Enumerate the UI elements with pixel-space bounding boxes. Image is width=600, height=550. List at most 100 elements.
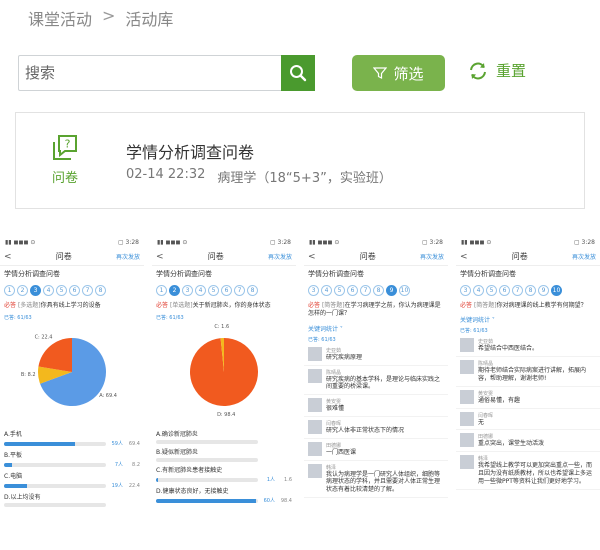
question-stepper: 12345678 (0, 282, 144, 299)
option-item: A.手机 59人 69.4 (0, 426, 144, 447)
phone-header-title: 问卷 (207, 252, 224, 261)
reset-button[interactable]: 重置 (468, 60, 526, 81)
question-step[interactable]: 4 (43, 285, 54, 296)
question-step[interactable]: 1 (156, 285, 167, 296)
comment-text: 我认为病理学是一门研究人体组织，细胞等病理状态的学科，并且需要对人体正常生理状态… (326, 470, 441, 494)
question-step[interactable]: 4 (195, 285, 206, 296)
breadcrumb-parent[interactable]: 课堂活动 (28, 6, 92, 30)
comment-item: 黄安雯 通俗易懂，有趣 (456, 387, 600, 409)
question-step[interactable]: 8 (525, 285, 536, 296)
option-label: B.疑似新冠肺炎 (156, 449, 199, 457)
comment-item: 田德娜 重点突出，课堂生动活泼 (456, 430, 600, 453)
phone-screenshot-2: ▮▮ ◼◼◼ ⊙ ▢ 3:28 < 问卷 再次发放 学情分析调查问卷 123456… (152, 238, 296, 550)
option-item: D.以上均没有 (0, 489, 144, 508)
question-step[interactable]: 9 (538, 285, 549, 296)
comment-text: 一门西医课 (326, 448, 357, 456)
option-count: 60人 (263, 498, 275, 505)
question-step[interactable]: 2 (17, 285, 28, 296)
option-bar-row: 1人 1.6 (156, 476, 292, 483)
question-step[interactable]: 5 (208, 285, 219, 296)
question-step[interactable]: 3 (30, 285, 41, 296)
option-bar (4, 441, 106, 446)
question-text: 必答 [多选题]你具有线上学习的设备 (4, 302, 101, 309)
option-bar-fill (4, 483, 27, 488)
back-icon[interactable]: < (460, 252, 468, 262)
status-bar: ▮▮ ◼◼◼ ⊙ ▢ 3:28 (461, 239, 595, 246)
option-percent: 22.4 (128, 482, 140, 489)
question-step[interactable]: 3 (308, 285, 319, 296)
avatar (308, 463, 322, 478)
pie-slice-label: D: 98.4 (217, 412, 235, 418)
commenter-name: 闫春晖 (326, 420, 342, 427)
question-step[interactable]: 10 (551, 285, 562, 296)
phone-screenshot-4: ▮▮ ◼◼◼ ⊙ ▢ 3:28 < 问卷 再次发放 学情分析调查问卷 345678… (456, 238, 600, 550)
resend-button[interactable]: 再次发放 (268, 252, 292, 261)
search-input[interactable] (19, 56, 279, 90)
activity-card[interactable]: ? 问卷 学情分析调查问卷 02-14 22:32 病理学（18“5+3”，实验… (15, 112, 585, 209)
question-step[interactable]: 6 (347, 285, 358, 296)
question-step[interactable]: 8 (247, 285, 258, 296)
question-step[interactable]: 4 (473, 285, 484, 296)
option-percent: 1.6 (284, 476, 292, 483)
question-step[interactable]: 7 (234, 285, 245, 296)
question-step[interactable]: 8 (95, 285, 106, 296)
keyword-stats-toggle[interactable]: 关键词统计 ˅ (304, 322, 448, 335)
question-step[interactable]: 7 (82, 285, 93, 296)
breadcrumb: 课堂活动 > 活动库 (28, 6, 173, 30)
question-step[interactable]: 10 (399, 285, 410, 296)
phone-header-title: 问卷 (55, 252, 72, 261)
status-bar: ▮▮ ◼◼◼ ⊙ ▢ 3:28 (5, 239, 139, 246)
commenter-name: 陈晴晶 (326, 369, 342, 376)
question-step[interactable]: 8 (373, 285, 384, 296)
comment-item: 史亚茹 研究疾病原理 (304, 344, 448, 366)
question-step[interactable]: 7 (360, 285, 371, 296)
option-bar (156, 498, 258, 503)
question-step[interactable]: 3 (182, 285, 193, 296)
pie-slice-label: A: 69.4 (99, 394, 117, 400)
comment-item: 闫春晖无 (456, 409, 600, 431)
avatar (308, 398, 322, 413)
search-icon (290, 65, 307, 82)
back-icon[interactable]: < (4, 252, 12, 262)
resend-button[interactable]: 再次发放 (420, 252, 444, 261)
avatar (308, 419, 322, 434)
comment-item: 韩泽 我认为病理学是一门研究人体组织，细胞等病理状态的学科，并且需要对人体正常生理… (304, 461, 448, 498)
resend-button[interactable]: 再次发放 (572, 252, 596, 261)
phone-header: < 问卷 再次发放 (152, 248, 296, 266)
question-step[interactable]: 1 (4, 285, 15, 296)
back-icon[interactable]: < (308, 252, 316, 262)
resend-button[interactable]: 再次发放 (116, 252, 140, 261)
keyword-stats-toggle[interactable]: 关键词统计 ˅ (456, 313, 600, 326)
filter-button[interactable]: 筛选 (352, 55, 445, 91)
comment-text: 我希望线上教学可以更加突出重点一些，而且因为没有纸质教材，所以也希望课上多运用一… (478, 462, 593, 485)
search-button[interactable] (281, 55, 315, 91)
question-step[interactable]: 5 (486, 285, 497, 296)
question-step[interactable]: 5 (334, 285, 345, 296)
option-item: C.电脑 19人 22.4 (0, 468, 144, 489)
comment-text: 研究疾病原理 (326, 353, 363, 361)
reset-label: 重置 (496, 62, 527, 80)
question-step[interactable]: 6 (221, 285, 232, 296)
answered-count: 已答: 61/63 (4, 315, 32, 322)
comment-item: 田德娜 一门西医课 (304, 439, 448, 461)
comment-text: 研究人体非正常状态下的情况 (326, 426, 405, 434)
comment-text: 无 (478, 418, 485, 426)
option-bar (4, 483, 106, 488)
phone-screenshot-1: ▮▮ ◼◼◼ ⊙ ▢ 3:28 < 问卷 再次发放 学情分析调查问卷 123456… (0, 238, 144, 550)
question-step[interactable]: 9 (386, 285, 397, 296)
option-item: B.疑似新冠肺炎 (152, 444, 296, 463)
question-step[interactable]: 6 (69, 285, 80, 296)
activity-title[interactable]: 学情分析调查问卷 (126, 139, 254, 163)
question-step[interactable]: 7 (512, 285, 523, 296)
phone-header: < 问卷 再次发放 (304, 248, 448, 266)
comment-text: 通俗易懂，有趣 (478, 396, 521, 404)
questionnaire-icon: ? (53, 135, 77, 160)
question-stepper: 3 4 5 6 7 8 9 10 (456, 282, 600, 299)
question-step[interactable]: 2 (169, 285, 180, 296)
question-step[interactable]: 6 (499, 285, 510, 296)
question-step[interactable]: 5 (56, 285, 67, 296)
question-step[interactable]: 4 (321, 285, 332, 296)
activity-course: 病理学（18“5+3”，实验班） (217, 171, 392, 186)
question-step[interactable]: 3 (460, 285, 471, 296)
back-icon[interactable]: < (156, 252, 164, 262)
